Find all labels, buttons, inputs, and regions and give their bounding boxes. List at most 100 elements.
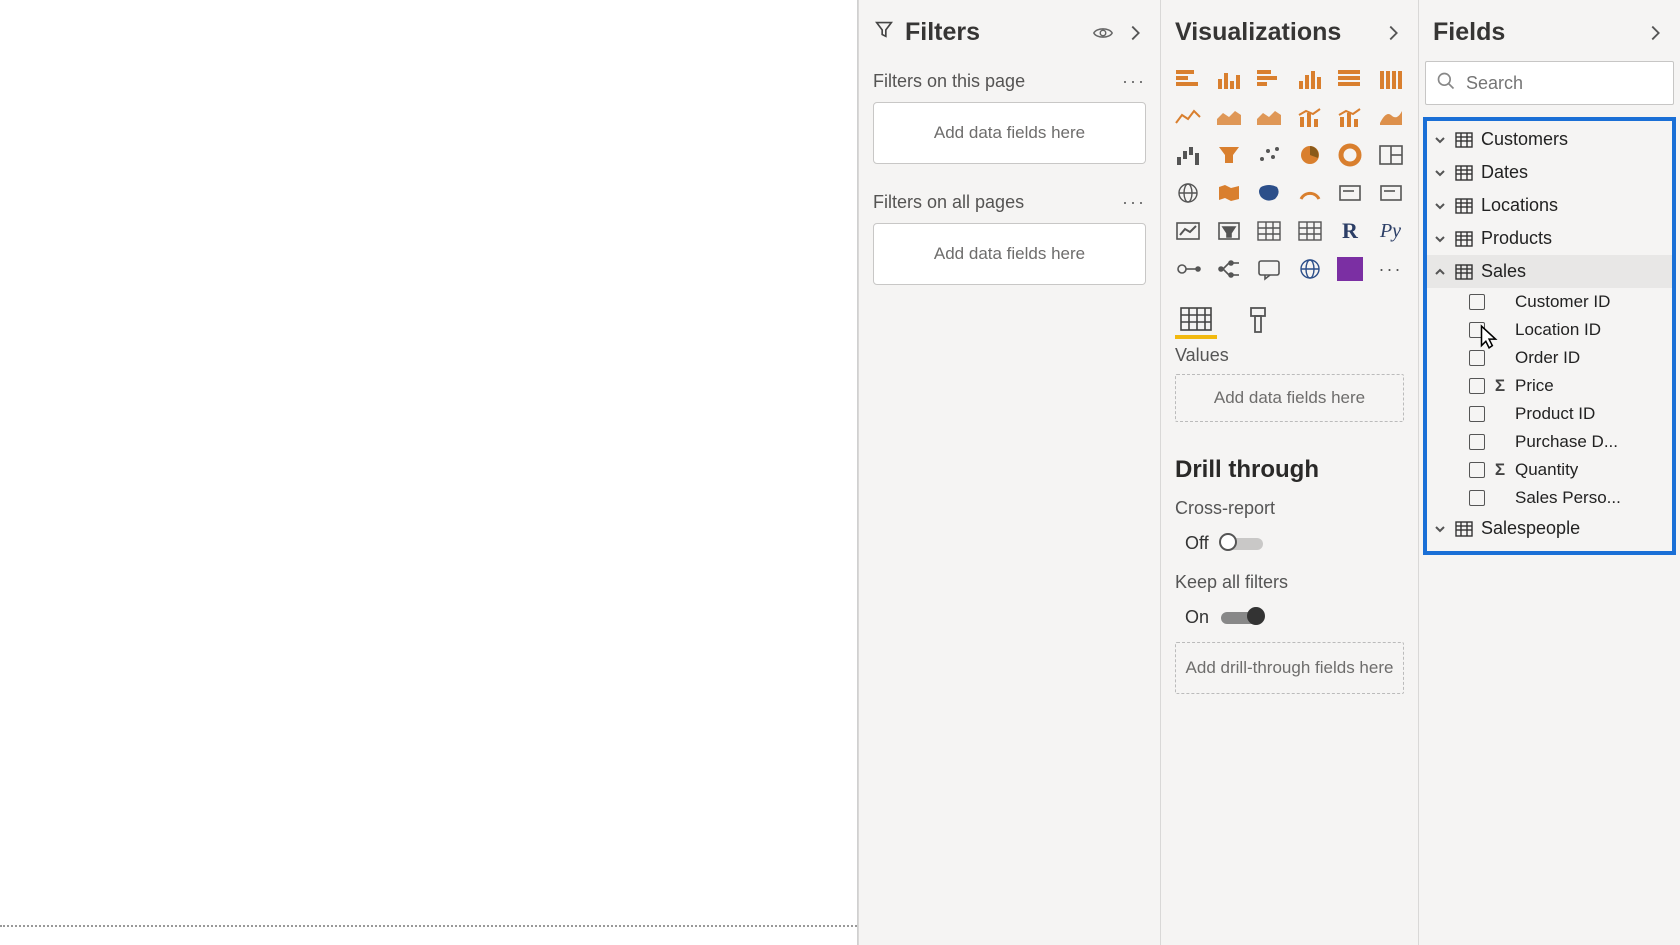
checkbox[interactable] bbox=[1469, 406, 1485, 422]
checkbox[interactable] bbox=[1469, 434, 1485, 450]
field-price[interactable]: ΣPrice bbox=[1427, 372, 1672, 400]
table-icon bbox=[1455, 131, 1473, 149]
collapse-filters-icon[interactable] bbox=[1124, 22, 1146, 44]
visualization-picker: RPy ··· bbox=[1161, 57, 1418, 291]
chevron-up-icon bbox=[1433, 266, 1447, 278]
table-label: Dates bbox=[1481, 162, 1528, 183]
filters-all-more-icon[interactable]: ··· bbox=[1122, 192, 1146, 213]
filters-page-more-icon[interactable]: ··· bbox=[1122, 71, 1146, 92]
viz-card[interactable] bbox=[1333, 177, 1367, 209]
field-purchase-d-[interactable]: ΣPurchase D... bbox=[1427, 428, 1672, 456]
field-order-id[interactable]: ΣOrder ID bbox=[1427, 344, 1672, 372]
search-input[interactable] bbox=[1466, 73, 1680, 94]
filter-icon bbox=[873, 18, 895, 47]
viz-100-column[interactable] bbox=[1374, 63, 1408, 95]
checkbox[interactable] bbox=[1469, 490, 1485, 506]
viz-clustered-column[interactable] bbox=[1293, 63, 1327, 95]
table-customers[interactable]: Customers bbox=[1427, 123, 1672, 156]
values-dropzone[interactable]: Add data fields here bbox=[1175, 374, 1404, 422]
fields-panel: Fields Customers Dates Locations Products Sa… bbox=[1418, 0, 1680, 945]
table-icon bbox=[1455, 164, 1473, 182]
viz-ribbon[interactable] bbox=[1374, 101, 1408, 133]
field-sales-perso-[interactable]: ΣSales Perso... bbox=[1427, 484, 1672, 512]
cross-report-label: Cross-report bbox=[1161, 494, 1418, 527]
table-label: Products bbox=[1481, 228, 1552, 249]
viz-stacked-column[interactable] bbox=[1212, 63, 1246, 95]
viz-area[interactable] bbox=[1212, 101, 1246, 133]
checkbox[interactable] bbox=[1469, 350, 1485, 366]
viz-table[interactable] bbox=[1252, 215, 1286, 247]
fields-search[interactable] bbox=[1425, 61, 1674, 105]
viz-donut[interactable] bbox=[1333, 139, 1367, 171]
field-label: Location ID bbox=[1515, 320, 1601, 340]
collapse-visualizations-icon[interactable] bbox=[1382, 22, 1404, 44]
viz-powerapps[interactable] bbox=[1333, 253, 1367, 285]
viz-stacked-area[interactable] bbox=[1252, 101, 1286, 133]
viz-clustered-bar[interactable] bbox=[1252, 63, 1286, 95]
fields-title: Fields bbox=[1433, 18, 1634, 47]
checkbox[interactable] bbox=[1469, 462, 1485, 478]
viz-funnel[interactable] bbox=[1212, 139, 1246, 171]
table-salespeople[interactable]: Salespeople bbox=[1427, 512, 1672, 545]
checkbox[interactable] bbox=[1469, 378, 1485, 394]
table-icon bbox=[1455, 263, 1473, 281]
field-product-id[interactable]: ΣProduct ID bbox=[1427, 400, 1672, 428]
viz-more[interactable]: ··· bbox=[1374, 253, 1408, 285]
keep-filters-toggle[interactable]: On bbox=[1161, 601, 1418, 642]
viz-gauge[interactable] bbox=[1293, 177, 1327, 209]
report-canvas[interactable] bbox=[0, 0, 858, 945]
chevron-down-icon bbox=[1433, 200, 1447, 212]
viz-kpi[interactable] bbox=[1171, 215, 1205, 247]
visualizations-title: Visualizations bbox=[1175, 18, 1372, 47]
viz-100-bar[interactable] bbox=[1333, 63, 1367, 95]
viz-stacked-bar[interactable] bbox=[1171, 63, 1205, 95]
table-icon bbox=[1455, 230, 1473, 248]
field-label: Quantity bbox=[1515, 460, 1578, 480]
field-label: Product ID bbox=[1515, 404, 1595, 424]
field-label: Purchase D... bbox=[1515, 432, 1618, 452]
viz-filled-map[interactable] bbox=[1212, 177, 1246, 209]
format-tab[interactable] bbox=[1237, 303, 1279, 339]
checkbox[interactable] bbox=[1469, 322, 1485, 338]
viz-matrix[interactable] bbox=[1293, 215, 1327, 247]
viz-q-and-a[interactable] bbox=[1252, 253, 1286, 285]
viz-multi-card[interactable] bbox=[1374, 177, 1408, 209]
viz-python-visual[interactable]: Py bbox=[1374, 215, 1408, 247]
collapse-fields-icon[interactable] bbox=[1644, 22, 1666, 44]
viz-line-column-2[interactable] bbox=[1333, 101, 1367, 133]
field-customer-id[interactable]: ΣCustomer ID bbox=[1427, 288, 1672, 316]
viz-waterfall[interactable] bbox=[1171, 139, 1205, 171]
viz-arcgis[interactable] bbox=[1293, 253, 1327, 285]
checkbox[interactable] bbox=[1469, 294, 1485, 310]
viz-slicer[interactable] bbox=[1212, 215, 1246, 247]
table-dates[interactable]: Dates bbox=[1427, 156, 1672, 189]
viz-treemap[interactable] bbox=[1374, 139, 1408, 171]
field-location-id[interactable]: ΣLocation ID bbox=[1427, 316, 1672, 344]
filters-all-label: Filters on all pages bbox=[873, 192, 1024, 213]
viz-line[interactable] bbox=[1171, 101, 1205, 133]
chevron-down-icon bbox=[1433, 167, 1447, 179]
cross-report-toggle[interactable]: Off bbox=[1161, 527, 1418, 568]
drillthrough-dropzone[interactable]: Add drill-through fields here bbox=[1175, 642, 1404, 694]
table-locations[interactable]: Locations bbox=[1427, 189, 1672, 222]
field-quantity[interactable]: ΣQuantity bbox=[1427, 456, 1672, 484]
filters-all-dropzone[interactable]: Add data fields here bbox=[873, 223, 1146, 285]
viz-decomposition[interactable] bbox=[1212, 253, 1246, 285]
viz-scatter[interactable] bbox=[1252, 139, 1286, 171]
sigma-icon: Σ bbox=[1493, 376, 1507, 396]
viz-key-influencers[interactable] bbox=[1171, 253, 1205, 285]
table-sales[interactable]: Sales bbox=[1427, 255, 1672, 288]
table-label: Sales bbox=[1481, 261, 1526, 282]
viz-shape-map[interactable] bbox=[1252, 177, 1286, 209]
table-products[interactable]: Products bbox=[1427, 222, 1672, 255]
fields-tab[interactable] bbox=[1175, 303, 1217, 339]
viz-line-column[interactable] bbox=[1293, 101, 1327, 133]
filters-page-dropzone[interactable]: Add data fields here bbox=[873, 102, 1146, 164]
chevron-down-icon bbox=[1433, 233, 1447, 245]
chevron-down-icon bbox=[1433, 523, 1447, 535]
toggle-visibility-icon[interactable] bbox=[1092, 22, 1114, 44]
viz-pie[interactable] bbox=[1293, 139, 1327, 171]
filters-page-label: Filters on this page bbox=[873, 71, 1025, 92]
viz-map[interactable] bbox=[1171, 177, 1205, 209]
viz-r-visual[interactable]: R bbox=[1333, 215, 1367, 247]
